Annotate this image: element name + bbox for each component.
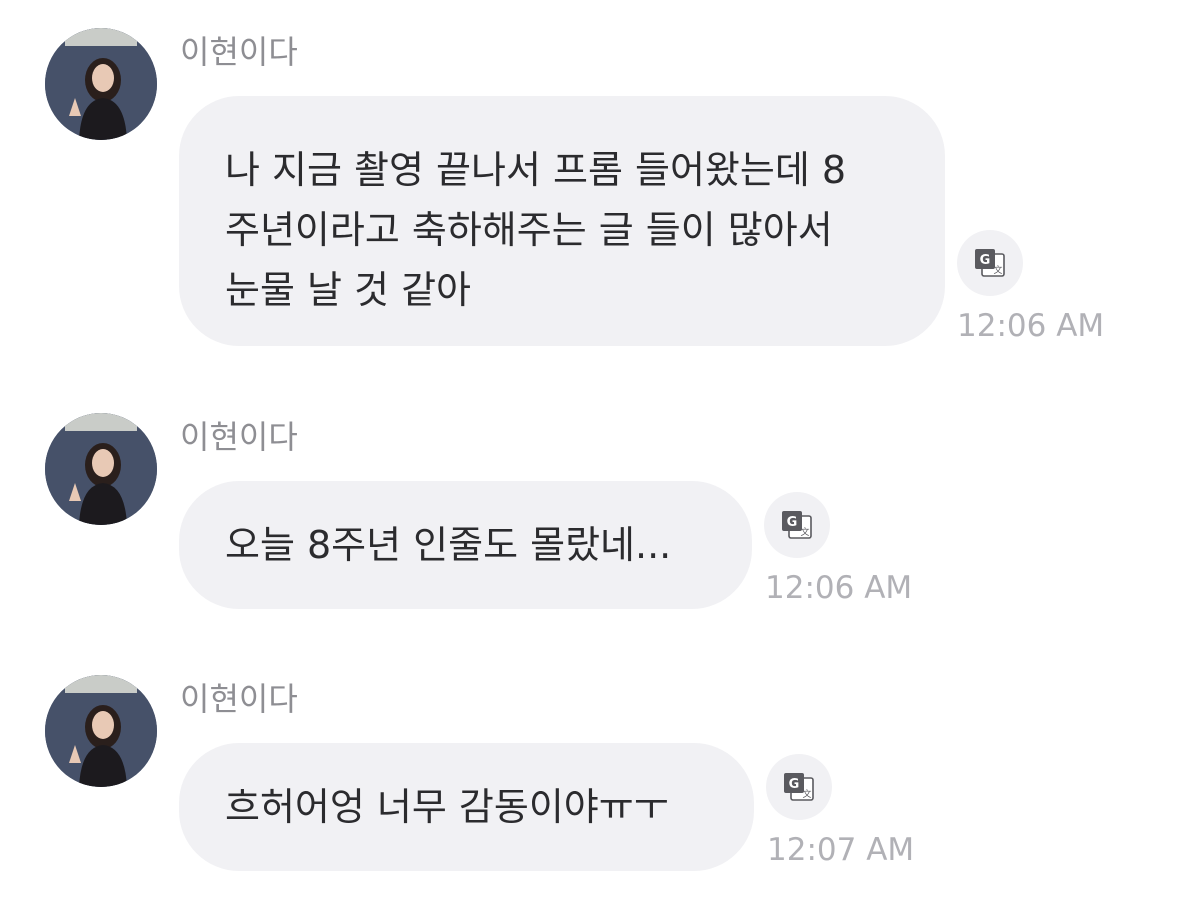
message-bubble[interactable]: 오늘 8주년 인줄도 몰랐네... [179, 481, 752, 609]
timestamp: 12:06 AM [765, 570, 913, 606]
translate-button[interactable]: G 文 [764, 492, 830, 558]
sender-name: 이현이다 [180, 418, 298, 456]
timestamp: 12:06 AM [957, 308, 1105, 344]
svg-text:文: 文 [993, 264, 1002, 276]
svg-text:G: G [787, 515, 798, 530]
profile-photo [45, 675, 157, 787]
svg-text:文: 文 [802, 788, 811, 800]
translate-icon: G 文 [784, 773, 814, 801]
profile-photo [45, 413, 157, 525]
message-bubble[interactable]: 나 지금 촬영 끝나서 프롬 들어왔는데 8 주년이라고 축하해주는 글 들이 … [179, 96, 945, 346]
sender-name: 이현이다 [180, 33, 298, 71]
avatar[interactable] [45, 28, 157, 140]
message-text-line: 오늘 8주년 인줄도 몰랐네... [225, 523, 672, 567]
translate-icon: G 文 [782, 511, 812, 539]
timestamp: 12:07 AM [767, 832, 915, 868]
svg-text:文: 文 [800, 526, 809, 538]
svg-text:G: G [789, 777, 800, 792]
sender-name: 이현이다 [180, 680, 298, 718]
profile-photo [45, 28, 157, 140]
translate-button[interactable]: G 文 [766, 754, 832, 820]
message-text-line: 눈물 날 것 같아 [225, 268, 471, 312]
translate-icon: G 文 [975, 249, 1005, 277]
message-text-line: 흐허어엉 너무 감동이야ㅠㅜ [225, 785, 669, 829]
message-text-line: 주년이라고 축하해주는 글 들이 많아서 [225, 208, 833, 252]
translate-button[interactable]: G 文 [957, 230, 1023, 296]
avatar[interactable] [45, 675, 157, 787]
message-text-line: 나 지금 촬영 끝나서 프롬 들어왔는데 8 [225, 148, 847, 192]
message-bubble[interactable]: 흐허어엉 너무 감동이야ㅠㅜ [179, 743, 754, 871]
avatar[interactable] [45, 413, 157, 525]
svg-text:G: G [980, 253, 991, 268]
